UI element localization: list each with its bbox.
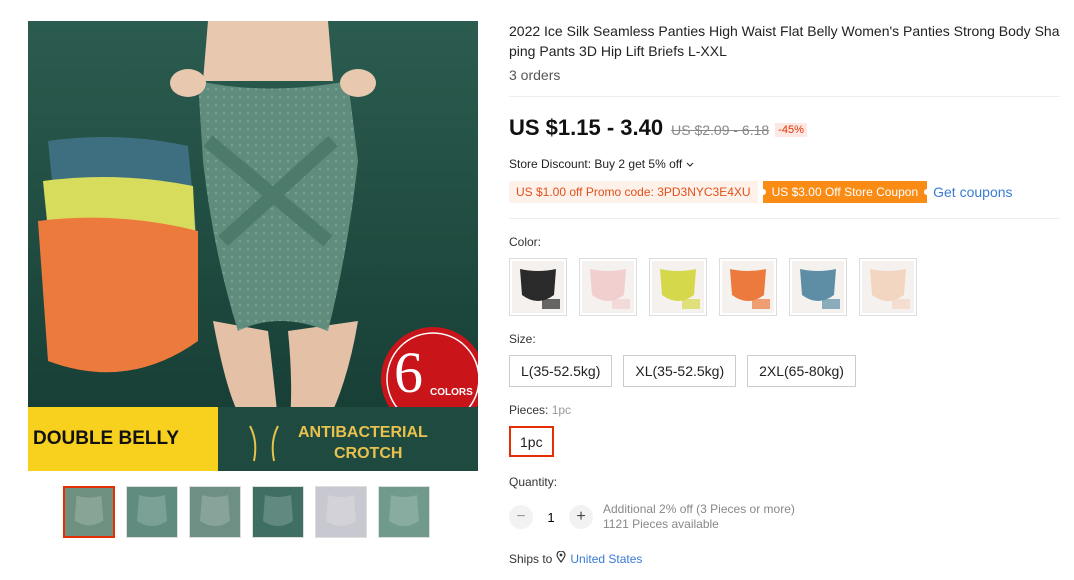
thumbnail-5[interactable]	[315, 486, 367, 538]
store-coupon-button[interactable]: US $3.00 Off Store Coupon	[759, 181, 930, 203]
chevron-down-icon	[686, 157, 694, 171]
pieces-selected-value: 1pc	[551, 403, 572, 417]
quantity-label: Quantity:	[509, 475, 558, 489]
original-price: US $2.09 - 6.18	[671, 122, 770, 138]
size-option-3[interactable]: 2XL(65-80kg)	[747, 355, 856, 387]
swatch-image	[652, 261, 704, 313]
order-count: 3 orders	[509, 67, 561, 83]
color-swatch-yellow[interactable]	[649, 258, 707, 316]
color-swatch-blue[interactable]	[789, 258, 847, 316]
colors-word: COLORS	[430, 387, 473, 398]
ship-country-link[interactable]: United States	[570, 552, 642, 566]
color-swatches	[509, 258, 917, 316]
color-swatch-black[interactable]	[509, 258, 567, 316]
crotch-label: CROTCH	[334, 445, 403, 462]
thumbnail-image	[127, 487, 177, 537]
store-discount-text: Store Discount: Buy 2 get 5% off	[509, 157, 683, 171]
store-discount-dropdown[interactable]: Store Discount: Buy 2 get 5% off	[509, 157, 694, 171]
thumbnail-1[interactable]	[63, 486, 115, 538]
stock-available-text: 1121 Pieces available	[603, 517, 719, 531]
size-option-2[interactable]: XL(35-52.5kg)	[623, 355, 737, 387]
size-option-1[interactable]: L(35-52.5kg)	[509, 355, 613, 387]
swatch-image	[722, 261, 774, 313]
discount-badge: -45%	[775, 123, 807, 137]
location-pin-icon	[556, 550, 566, 566]
ships-to-row: Ships to United States	[509, 550, 642, 566]
size-label: Size:	[509, 332, 536, 346]
thumbnail-image	[253, 487, 303, 537]
price: US $1.15 - 3.40	[509, 115, 664, 140]
thumbnail-3[interactable]	[189, 486, 241, 538]
coupon-row: US $1.00 off Promo code: 3PD3NYC3E4XU US…	[509, 181, 1013, 203]
quantity-info: Additional 2% off (3 Pieces or more) 112…	[603, 502, 795, 532]
thumbnail-4[interactable]	[252, 486, 304, 538]
color-label: Color:	[509, 235, 542, 249]
quantity-stepper: − + Additional 2% off (3 Pieces or more)…	[509, 502, 795, 532]
divider	[509, 218, 1060, 219]
swatch-image	[512, 261, 564, 313]
thumbnail-image	[65, 488, 113, 536]
color-swatch-skin[interactable]	[859, 258, 917, 316]
main-product-image[interactable]: 6 COLORS DOUBLE BELLY ANTIBACTERIAL CROT…	[28, 21, 478, 471]
thumbnail-strip	[63, 486, 430, 538]
antibacterial-label: ANTIBACTERIAL	[298, 424, 428, 441]
thumbnail-2[interactable]	[126, 486, 178, 538]
swatch-image	[862, 261, 914, 313]
product-title: 2022 Ice Silk Seamless Panties High Wais…	[509, 23, 1060, 59]
promo-code: US $1.00 off Promo code: 3PD3NYC3E4XU	[509, 181, 758, 203]
quantity-plus-button[interactable]: +	[569, 505, 593, 529]
piece-option-1pc[interactable]: 1pc	[509, 426, 554, 457]
color-swatch-pink[interactable]	[579, 258, 637, 316]
double-belly-label: DOUBLE BELLY	[33, 428, 180, 449]
thumbnail-image	[379, 487, 429, 537]
divider	[509, 96, 1060, 97]
thumbnail-image	[316, 487, 366, 537]
thumbnail-6[interactable]	[378, 486, 430, 538]
price-row: US $1.15 - 3.40 US $2.09 - 6.18 -45%	[509, 115, 807, 141]
pieces-label-row: Pieces: 1pc	[509, 403, 571, 417]
pieces-label: Pieces:	[509, 403, 549, 417]
swatch-image	[582, 261, 634, 313]
thumbnail-image	[190, 487, 240, 537]
swatch-image	[792, 261, 844, 313]
bulk-discount-text: Additional 2% off (3 Pieces or more)	[603, 502, 795, 516]
size-options: L(35-52.5kg) XL(35-52.5kg) 2XL(65-80kg)	[509, 355, 856, 387]
ships-to-label: Ships to	[509, 551, 553, 566]
color-swatch-orange[interactable]	[719, 258, 777, 316]
quantity-minus-button[interactable]: −	[509, 505, 533, 529]
colors-count: 6	[394, 340, 423, 405]
quantity-input[interactable]	[533, 508, 569, 526]
pieces-options: 1pc	[509, 426, 554, 457]
get-coupons-link[interactable]: Get coupons	[933, 184, 1012, 200]
